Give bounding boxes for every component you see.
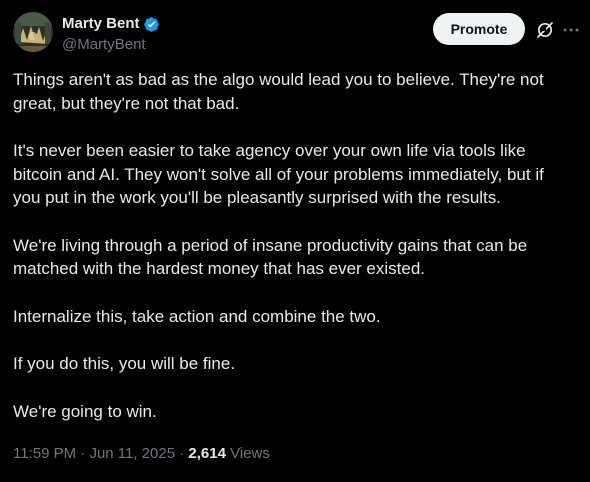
author-names: Marty Bent @MartyBent	[62, 14, 160, 55]
views-label: Views	[225, 445, 270, 462]
more-icon[interactable]	[561, 20, 581, 40]
tweet-post: Marty Bent @MartyBent Promote Things are…	[0, 0, 590, 482]
post-paragraph: Internalize this, take action and combin…	[13, 306, 381, 326]
promote-button[interactable]: Promote	[433, 13, 525, 45]
display-name[interactable]: Marty Bent	[62, 14, 140, 34]
meta-separator: ·	[175, 445, 189, 462]
post-date[interactable]: Jun 11, 2025	[89, 445, 175, 462]
post-paragraph: We're living through a period of insane …	[13, 235, 528, 279]
post-paragraph: If you do this, you will be fine.	[13, 354, 236, 373]
post-body: Things aren't as bad as the algo would l…	[13, 68, 573, 447]
views-count: 2,614	[188, 445, 226, 462]
post-meta: 11:59 PM · Jun 11, 2025 · 2,614 Views	[13, 444, 270, 464]
grok-icon[interactable]	[535, 20, 555, 40]
meta-separator: ·	[76, 445, 90, 462]
display-name-row: Marty Bent	[62, 14, 160, 34]
post-paragraph: Things aren't as bad as the algo would l…	[13, 70, 544, 113]
avatar-image	[13, 12, 53, 52]
avatar[interactable]	[13, 12, 53, 52]
verified-badge-icon[interactable]	[143, 16, 160, 33]
author-handle[interactable]: @MartyBent	[62, 35, 160, 55]
post-time[interactable]: 11:59 PM	[13, 445, 76, 462]
post-paragraph: We're going to win.	[13, 401, 157, 421]
post-paragraph: It's never been easier to take agency ov…	[13, 141, 544, 207]
post-header: Marty Bent @MartyBent Promote	[13, 12, 579, 56]
